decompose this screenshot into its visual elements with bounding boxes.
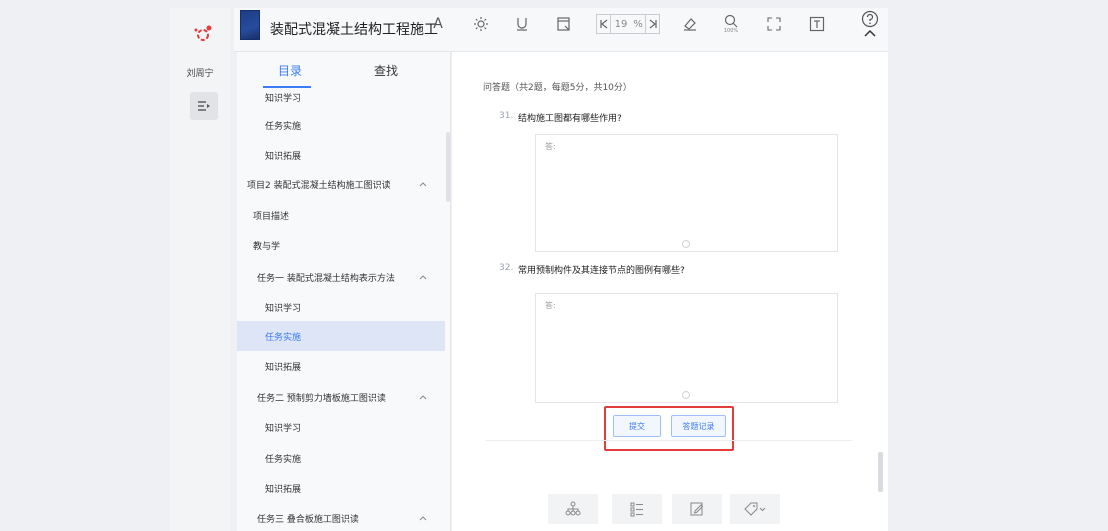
chevron-up-icon xyxy=(419,273,427,281)
toc-item-label: 项目描述 xyxy=(253,211,290,222)
sidebar-scrollbar[interactable] xyxy=(446,132,450,202)
toc-item-label: 任务二 预制剪力墙板施工图识读 xyxy=(257,393,386,404)
zoom-icon xyxy=(724,14,738,28)
help-icon xyxy=(861,10,879,28)
toc-item-label: 知识学习 xyxy=(265,303,302,314)
note-button[interactable] xyxy=(554,14,574,34)
zoom-button[interactable]: 100% xyxy=(721,12,741,36)
app-logo-icon xyxy=(191,22,215,46)
toc-item[interactable]: 知识拓展 xyxy=(237,351,445,381)
toc-item[interactable]: 任务实施 xyxy=(237,443,445,473)
list-icon xyxy=(629,501,645,517)
toc-item[interactable]: 教与学 xyxy=(237,230,445,260)
toc-item-label: 知识拓展 xyxy=(265,484,302,495)
toc-item[interactable]: 任务实施 xyxy=(237,110,445,140)
toc-item-label: 项目2 装配式混凝土结构施工图识读 xyxy=(247,180,391,191)
toc-item[interactable]: 知识拓展 xyxy=(237,473,445,503)
question-text: 结构施工图都有哪些作用? xyxy=(518,114,622,124)
page-number-input[interactable]: 19 xyxy=(611,15,631,33)
toc-item[interactable]: 知识学习 xyxy=(237,412,445,442)
note-icon xyxy=(556,16,572,32)
answer-textarea[interactable]: 答: xyxy=(535,134,838,252)
section-title: 问答题（共2题，每题5分，共10分） xyxy=(483,83,632,93)
answer-label: 答: xyxy=(545,301,556,310)
chevron-up-icon[interactable] xyxy=(863,28,877,38)
brightness-button[interactable] xyxy=(471,14,491,34)
page-navigator: 19 % xyxy=(596,14,660,34)
collapse-icon xyxy=(197,100,211,112)
text-icon xyxy=(809,16,825,32)
answer-history-button[interactable]: 答题记录 xyxy=(671,415,726,437)
toc-item-expandable[interactable]: 任务三 叠合板施工图识读 xyxy=(237,503,445,531)
resize-handle-icon[interactable] xyxy=(682,240,690,248)
toc-sidebar: 目录 查找 知识学习 任务实施 知识拓展 项目2 装配式混凝土结构施工图识读 项… xyxy=(237,52,451,531)
toc-item[interactable]: 知识学习 xyxy=(237,82,445,112)
toc-item-selected[interactable]: 任务实施 xyxy=(237,321,445,351)
page-first-icon xyxy=(599,19,608,29)
book-cover[interactable] xyxy=(240,10,260,40)
book-title: 装配式混凝土结构工程施工 xyxy=(270,22,438,38)
toc-item-label: 知识学习 xyxy=(265,423,302,434)
toc-item[interactable]: 项目描述 xyxy=(237,200,445,230)
toc-item[interactable]: 知识拓展 xyxy=(237,140,445,170)
toc-item-label: 任务实施 xyxy=(265,332,302,343)
edit-icon xyxy=(689,501,705,517)
toc-item-label: 任务一 装配式混凝土结构表示方法 xyxy=(257,273,395,284)
underline-icon xyxy=(515,16,529,32)
toc-item-label: 知识拓展 xyxy=(265,362,302,373)
fullscreen-icon xyxy=(767,17,781,31)
font-button[interactable]: A xyxy=(428,14,448,34)
eraser-icon xyxy=(682,16,698,32)
answer-label: 答: xyxy=(545,142,556,151)
page-last-icon xyxy=(649,19,657,29)
question-text: 常用预制构件及其连接节点的图例有哪些? xyxy=(518,266,685,276)
content-divider xyxy=(486,440,852,441)
toc-item-label: 任务实施 xyxy=(265,121,302,132)
resize-handle-icon[interactable] xyxy=(682,391,690,399)
toc-item[interactable]: 知识学习 xyxy=(237,292,445,322)
question-number: 32. xyxy=(499,263,514,273)
toc-item-expandable[interactable]: 项目2 装配式混凝土结构施工图识读 xyxy=(237,169,445,199)
chevron-up-icon xyxy=(419,393,427,401)
content-scrollbar[interactable] xyxy=(878,452,883,492)
toc-item-label: 任务三 叠合板施工图识读 xyxy=(257,514,359,525)
toc-item-label: 任务实施 xyxy=(265,454,302,465)
page-last-button[interactable] xyxy=(645,15,659,33)
question-number: 31. xyxy=(499,111,514,121)
fullscreen-button[interactable] xyxy=(764,14,784,34)
toc-item-label: 知识学习 xyxy=(265,93,302,104)
toc-item-label: 教与学 xyxy=(253,241,281,252)
tag-button[interactable] xyxy=(730,494,780,524)
user-name: 刘周宁 xyxy=(186,69,214,79)
toc-item-label: 知识拓展 xyxy=(265,151,302,162)
toc-item-expandable[interactable]: 任务二 预制剪力墙板施工图识读 xyxy=(237,382,445,412)
brightness-icon xyxy=(473,16,489,32)
list-button[interactable] xyxy=(612,494,662,524)
eraser-button[interactable] xyxy=(680,14,700,34)
left-rail xyxy=(170,8,230,531)
chevron-up-icon xyxy=(419,514,427,522)
toc-item-expandable[interactable]: 任务一 装配式混凝土结构表示方法 xyxy=(237,262,445,292)
underline-button[interactable] xyxy=(512,14,532,34)
text-mode-button[interactable] xyxy=(807,14,827,34)
page-first-button[interactable] xyxy=(597,15,611,33)
hierarchy-button[interactable] xyxy=(548,494,598,524)
tab-search[interactable]: 查找 xyxy=(374,62,398,79)
tag-icon xyxy=(743,501,767,517)
font-icon: A xyxy=(433,16,443,32)
answer-textarea[interactable]: 答: xyxy=(535,293,838,403)
submit-button[interactable]: 提交 xyxy=(613,415,661,437)
tab-toc[interactable]: 目录 xyxy=(278,62,302,79)
edit-button[interactable] xyxy=(672,494,722,524)
page-percent: % xyxy=(633,18,643,30)
chevron-up-icon xyxy=(419,180,427,188)
sidebar-toggle-button[interactable] xyxy=(190,92,218,120)
hierarchy-icon xyxy=(565,501,581,517)
help-button[interactable] xyxy=(858,10,882,46)
zoom-level: 100% xyxy=(723,28,739,34)
